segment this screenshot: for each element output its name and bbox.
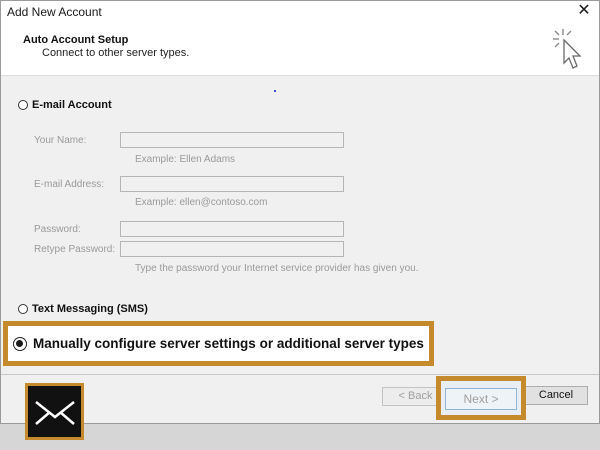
footer-separator [1, 374, 599, 375]
your-name-label: Your Name: [34, 135, 87, 146]
header-subtitle: Connect to other server types. [42, 47, 190, 59]
focus-dot [274, 90, 276, 92]
window-title: Add New Account [7, 5, 102, 19]
email-address-label: E-mail Address: [34, 179, 105, 190]
title-bar: Add New Account ✕ [1, 1, 599, 23]
manual-config-option[interactable]: Manually configure server settings or ad… [3, 321, 434, 366]
manual-config-radio[interactable] [13, 336, 27, 351]
email-account-radio[interactable] [18, 100, 28, 110]
email-account-label: E-mail Account [32, 99, 112, 111]
email-address-hint: Example: ellen@contoso.com [135, 197, 268, 208]
mail-envelope-icon [34, 400, 75, 425]
your-name-hint: Example: Ellen Adams [135, 154, 236, 165]
wizard-cursor-icon [553, 29, 582, 69]
text-messaging-radio[interactable] [18, 304, 28, 314]
next-button[interactable]: Next > [445, 388, 517, 410]
mail-envelope-tile [25, 383, 84, 440]
email-address-field[interactable] [120, 176, 344, 192]
wizard-header: Auto Account Setup Connect to other serv… [1, 23, 599, 76]
password-field[interactable] [120, 221, 344, 237]
add-new-account-dialog: Add New Account ✕ Auto Account Setup Con… [0, 0, 600, 424]
cancel-button[interactable]: Cancel [524, 386, 588, 405]
close-button[interactable]: ✕ [575, 2, 593, 20]
email-account-option[interactable]: E-mail Account [18, 99, 112, 111]
manual-config-label: Manually configure server settings or ad… [33, 336, 424, 351]
password-label: Password: [34, 224, 81, 235]
password-hint: Type the password your Internet service … [135, 263, 419, 274]
retype-password-field[interactable] [120, 241, 344, 257]
your-name-field[interactable] [120, 132, 344, 148]
text-messaging-label: Text Messaging (SMS) [32, 303, 148, 315]
next-button-highlight: Next > [436, 376, 526, 420]
retype-password-label: Retype Password: [34, 244, 116, 255]
header-title: Auto Account Setup [23, 34, 129, 46]
text-messaging-option[interactable]: Text Messaging (SMS) [18, 303, 148, 315]
